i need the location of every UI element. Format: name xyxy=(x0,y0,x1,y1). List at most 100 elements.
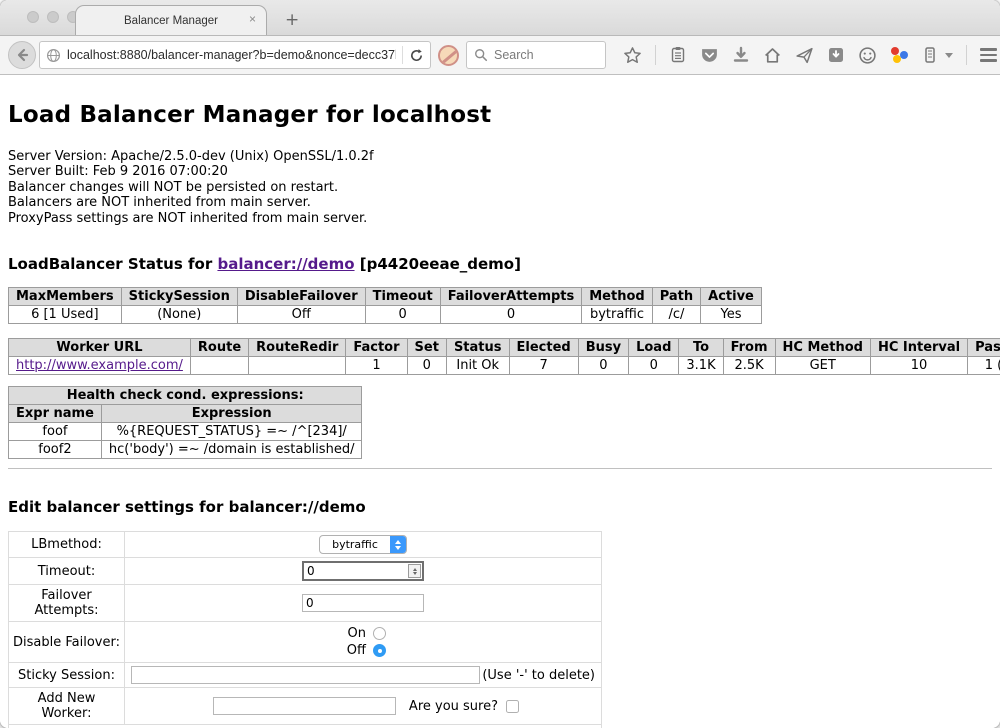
health-table-title: Health check cond. expressions: xyxy=(9,387,362,405)
off-label: Off xyxy=(340,643,366,658)
tab-balancer-manager[interactable]: Balancer Manager × xyxy=(75,5,267,35)
notebook-extension-icon[interactable] xyxy=(921,46,939,64)
balancer-status-table: MaxMembers StickySession DisableFailover… xyxy=(8,287,762,324)
chevron-down-icon[interactable] xyxy=(945,53,953,58)
worker-url-link[interactable]: http://www.example.com/ xyxy=(16,358,183,373)
table-cell: /c/ xyxy=(652,306,700,324)
disable-failover-off-option: Off xyxy=(129,642,597,659)
table-cell: 7 xyxy=(509,357,578,375)
column-header: FailoverAttempts xyxy=(440,288,582,306)
reading-list-icon[interactable] xyxy=(669,46,687,64)
select-stepper-icon xyxy=(390,535,406,554)
table-cell: Init Ok xyxy=(446,357,509,375)
search-bar[interactable]: Search xyxy=(466,41,606,69)
balancer-demo-link[interactable]: balancer://demo xyxy=(217,255,354,273)
table-cell: GET xyxy=(775,357,870,375)
health-header-row: Expr name Expression xyxy=(9,405,362,423)
failover-attempts-input[interactable] xyxy=(302,594,424,612)
globe-icon xyxy=(46,48,61,63)
back-button[interactable] xyxy=(8,41,36,69)
save-page-icon[interactable] xyxy=(827,46,845,64)
worker-header-row: Worker URL Route RouteRedir Factor Set S… xyxy=(9,339,1000,357)
column-header: Load xyxy=(629,339,679,357)
toolbar-icons xyxy=(623,45,1000,65)
column-header: HC Interval xyxy=(870,339,967,357)
confirm-group: Are you sure? xyxy=(409,699,519,714)
are-you-sure-checkbox[interactable] xyxy=(506,700,519,713)
proxypass-note-line: ProxyPass settings are NOT inherited fro… xyxy=(8,211,992,226)
tab-bar: Balancer Manager × + xyxy=(0,0,1000,36)
column-header: Elected xyxy=(509,339,578,357)
status-heading-prefix: LoadBalancer Status for xyxy=(8,255,217,273)
column-header: HC Method xyxy=(775,339,870,357)
table-cell: 0 xyxy=(407,357,446,375)
are-you-sure-label: Are you sure? xyxy=(409,699,498,714)
section-divider xyxy=(8,468,992,469)
search-placeholder: Search xyxy=(494,48,534,62)
lbmethod-select[interactable]: bytraffic xyxy=(319,535,407,554)
loadbalancer-status-heading: LoadBalancer Status for balancer://demo … xyxy=(8,255,992,273)
form-row-failover-attempts: Failover Attempts: xyxy=(9,585,602,622)
url-bar[interactable]: localhost:8880/balancer-manager?b=demo&n… xyxy=(39,41,431,69)
search-icon xyxy=(474,48,488,62)
form-row-lbmethod: LBmethod: bytraffic xyxy=(9,532,602,558)
form-row-submit: Submit xyxy=(9,725,602,728)
timeout-label: Timeout: xyxy=(9,558,125,585)
menu-icon[interactable] xyxy=(980,48,997,62)
page-content: Load Balancer Manager for localhost Serv… xyxy=(0,75,1000,728)
table-cell: Off xyxy=(237,306,365,324)
page-title: Load Balancer Manager for localhost xyxy=(8,75,992,128)
form-row-timeout: Timeout: xyxy=(9,558,602,585)
balancer-settings-form: LBmethod: bytraffic Timeout: xyxy=(8,531,602,728)
column-header: Path xyxy=(652,288,700,306)
tab-close-icon[interactable]: × xyxy=(249,13,256,25)
column-header: Factor xyxy=(346,339,407,357)
colored-dots-extension-icon[interactable] xyxy=(890,46,908,64)
health-check-table: Health check cond. expressions: Expr nam… xyxy=(8,386,362,459)
urlbar-divider xyxy=(402,46,403,64)
form-row-sticky-session: Sticky Session: (Use '-' to delete) xyxy=(9,663,602,688)
content-blocked-icon[interactable] xyxy=(438,45,459,66)
table-cell: 3.1K xyxy=(679,357,723,375)
send-tab-icon[interactable] xyxy=(795,46,814,65)
edit-balancer-heading: Edit balancer settings for balancer://de… xyxy=(8,498,992,516)
table-cell: 0 xyxy=(365,306,440,324)
close-window-button[interactable] xyxy=(27,11,39,23)
home-icon[interactable] xyxy=(763,46,782,65)
off-radio[interactable] xyxy=(373,644,386,657)
feedback-smiley-icon[interactable] xyxy=(858,46,877,65)
number-spinner-icon[interactable] xyxy=(408,564,421,578)
new-tab-button[interactable]: + xyxy=(281,10,303,30)
add-worker-input[interactable] xyxy=(213,697,396,715)
column-header: Worker URL xyxy=(9,339,191,357)
url-text[interactable]: localhost:8880/balancer-manager?b=demo&n… xyxy=(67,48,396,62)
downloads-icon[interactable] xyxy=(732,46,750,64)
reload-icon[interactable] xyxy=(409,48,424,63)
table-cell: bytraffic xyxy=(582,306,652,324)
sticky-session-label: Sticky Session: xyxy=(9,663,125,688)
table-cell: 2.5K xyxy=(723,357,775,375)
column-header: From xyxy=(723,339,775,357)
column-header: MaxMembers xyxy=(9,288,122,306)
column-header: To xyxy=(679,339,723,357)
column-header: Expr name xyxy=(9,405,102,423)
table-cell: (None) xyxy=(121,306,237,324)
column-header: Set xyxy=(407,339,446,357)
health-data-row: foof %{REQUEST_STATUS} =~ /^[234]/ xyxy=(9,423,362,441)
bookmark-star-icon[interactable] xyxy=(623,46,642,65)
toolbar-divider xyxy=(966,45,967,65)
minimize-window-button[interactable] xyxy=(47,11,59,23)
table-cell: foof xyxy=(9,423,102,441)
table-cell: 1 xyxy=(346,357,407,375)
persist-note-line: Balancer changes will NOT be persisted o… xyxy=(8,180,992,195)
pocket-icon[interactable] xyxy=(700,46,719,65)
tab-title: Balancer Manager xyxy=(124,15,218,27)
lbmethod-label: LBmethod: xyxy=(9,532,125,558)
on-radio[interactable] xyxy=(373,627,386,640)
column-header: Active xyxy=(701,288,762,306)
health-data-row: foof2 hc('body') =~ /domain is establish… xyxy=(9,441,362,459)
sticky-session-input[interactable] xyxy=(131,666,480,684)
server-version-line: Server Version: Apache/2.5.0-dev (Unix) … xyxy=(8,149,992,164)
table-cell: 0 xyxy=(629,357,679,375)
timeout-input[interactable] xyxy=(302,561,424,581)
